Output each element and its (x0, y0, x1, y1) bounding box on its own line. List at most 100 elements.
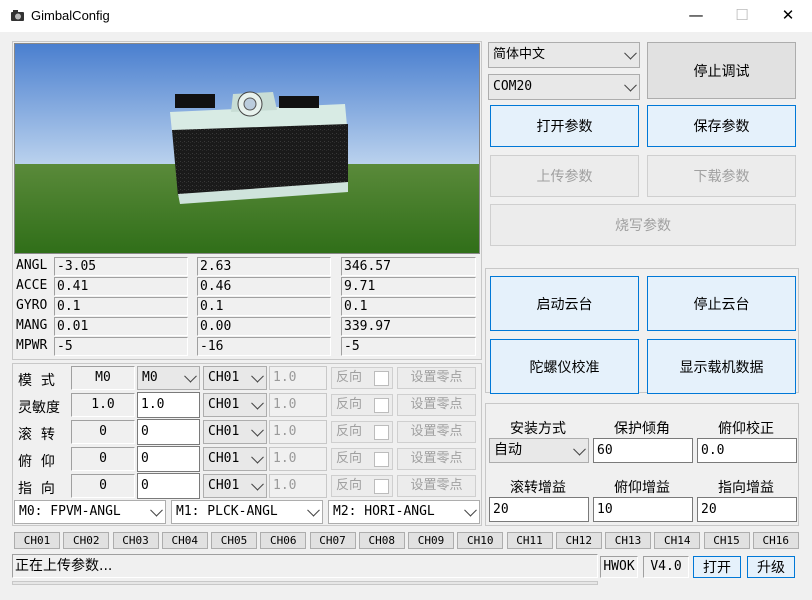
channel-button[interactable]: CH14 (654, 532, 701, 549)
reverse-label: 反向 (336, 478, 363, 493)
channel-select[interactable]: CH01 (203, 474, 267, 498)
reverse-toggle[interactable]: 反向 (331, 421, 393, 443)
sensor-value-cell: 346.57 (341, 257, 476, 276)
burn-params-button[interactable]: 烧写参数 (490, 204, 796, 246)
channel-button[interactable]: CH05 (211, 532, 257, 549)
sensor-value-cell: 0.46 (197, 277, 331, 296)
channel-button[interactable]: CH01 (14, 532, 60, 549)
channel-select[interactable]: CH01 (203, 393, 267, 417)
mount-select[interactable]: 自动 (489, 438, 589, 463)
yaw-gain-input[interactable]: 20 (697, 497, 797, 522)
protect-angle-input[interactable]: 60 (593, 438, 693, 463)
stop-gimbal-button[interactable]: 停止云台 (647, 276, 796, 331)
mode-input-select[interactable]: M0 (137, 366, 200, 390)
channel-select-value: CH01 (208, 370, 240, 385)
port-select[interactable]: COM20 (488, 74, 640, 100)
set-zero-button[interactable]: 设置零点 (397, 448, 476, 470)
set-zero-button[interactable]: 设置零点 (397, 475, 476, 497)
upgrade-button[interactable]: 升级 (747, 556, 795, 578)
close-button[interactable]: ✕ (765, 0, 811, 32)
reverse-toggle[interactable]: 反向 (331, 394, 393, 416)
device-status: HWOK (600, 556, 638, 578)
channel-select[interactable]: CH01 (203, 420, 267, 444)
channel-current-value: M0 (71, 366, 135, 390)
download-params-button[interactable]: 下载参数 (647, 155, 796, 197)
channel-scale-input[interactable]: 1.0 (269, 447, 327, 471)
maximize-button[interactable]: ☐ (719, 0, 765, 32)
channel-button[interactable]: CH09 (408, 532, 454, 549)
channel-button[interactable]: CH12 (555, 532, 602, 549)
camera-3d-view[interactable] (14, 43, 480, 254)
save-params-button[interactable]: 保存参数 (647, 105, 796, 147)
channel-button[interactable]: CH03 (112, 532, 159, 549)
set-zero-button[interactable]: 设置零点 (397, 421, 476, 443)
reverse-label: 反向 (336, 451, 363, 466)
reverse-checkbox[interactable] (374, 398, 389, 413)
channel-button[interactable]: CH11 (506, 532, 553, 549)
chevron-down-icon (150, 503, 163, 517)
language-select[interactable]: 简体中文 (488, 42, 640, 68)
sensor-value-cell: 0.00 (197, 317, 331, 336)
channel-button[interactable]: CH16 (752, 532, 799, 549)
open-button[interactable]: 打开 (693, 556, 741, 578)
app-icon (11, 10, 24, 21)
channel-select[interactable]: CH01 (203, 366, 267, 390)
reverse-toggle[interactable]: 反向 (331, 367, 393, 389)
channel-button[interactable]: CH06 (260, 532, 307, 549)
mode-select-m2[interactable]: M2: HORI-ANGL (328, 500, 480, 524)
channel-value-input[interactable]: 0 (137, 473, 200, 499)
mode-select-value: M0: FPVM-ANGL (19, 504, 121, 519)
sensor-value-cell: 0.41 (54, 277, 188, 296)
sensor-value-cell: -16 (197, 337, 331, 356)
chevron-down-icon (251, 396, 264, 410)
upload-params-button[interactable]: 上传参数 (490, 155, 639, 197)
channel-button[interactable]: CH04 (161, 532, 208, 549)
pitch-correction-input[interactable]: 0.0 (697, 438, 797, 463)
progress-bar (12, 581, 598, 585)
gyro-calibrate-button[interactable]: 陀螺仪校准 (490, 339, 639, 394)
chevron-down-icon (251, 369, 264, 383)
sensor-row-label: MPWR (16, 338, 48, 353)
status-message: 正在上传参数... (12, 554, 598, 578)
minimize-button[interactable]: — (673, 0, 719, 32)
set-zero-button[interactable]: 设置零点 (397, 394, 476, 416)
channel-button[interactable]: CH10 (457, 532, 504, 549)
window-title: GimbalConfig (31, 8, 110, 23)
set-zero-button[interactable]: 设置零点 (397, 367, 476, 389)
channel-button[interactable]: CH07 (309, 532, 356, 549)
pitch-gain-input[interactable]: 10 (593, 497, 693, 522)
show-carrier-data-button[interactable]: 显示载机数据 (647, 339, 796, 394)
mode-select-value: M2: HORI-ANGL (333, 504, 435, 519)
sensor-value-cell: 9.71 (341, 277, 476, 296)
channel-value-input[interactable]: 0 (137, 446, 200, 472)
mode-select-m0[interactable]: M0: FPVM-ANGL (14, 500, 166, 524)
reverse-checkbox[interactable] (374, 479, 389, 494)
channel-current-value: 0 (71, 420, 135, 444)
mode-select-m1[interactable]: M1: PLCK-ANGL (171, 500, 323, 524)
reverse-checkbox[interactable] (374, 452, 389, 467)
reverse-toggle[interactable]: 反向 (331, 475, 393, 497)
reverse-toggle[interactable]: 反向 (331, 448, 393, 470)
sensor-value-cell: 339.97 (341, 317, 476, 336)
chevron-down-icon (573, 442, 586, 456)
stop-debug-button[interactable]: 停止调试 (647, 42, 796, 99)
open-params-button[interactable]: 打开参数 (490, 105, 639, 147)
channel-scale-input[interactable]: 1.0 (269, 366, 327, 390)
channel-scale-input[interactable]: 1.0 (269, 393, 327, 417)
channel-button[interactable]: CH13 (605, 532, 651, 549)
sensor-value-cell: 0.01 (54, 317, 188, 336)
pitch-correction-label: 俯仰校正 (718, 421, 774, 437)
start-gimbal-button[interactable]: 启动云台 (490, 276, 639, 331)
channel-select[interactable]: CH01 (203, 447, 267, 471)
reverse-checkbox[interactable] (374, 425, 389, 440)
channel-scale-input[interactable]: 1.0 (269, 474, 327, 498)
channel-scale-input[interactable]: 1.0 (269, 420, 327, 444)
roll-gain-input[interactable]: 20 (489, 497, 589, 522)
chevron-down-icon (184, 369, 197, 383)
channel-button[interactable]: CH15 (703, 532, 750, 549)
channel-value-input[interactable]: 1.0 (137, 392, 200, 418)
channel-value-input[interactable]: 0 (137, 419, 200, 445)
channel-button[interactable]: CH08 (358, 532, 405, 549)
reverse-checkbox[interactable] (374, 371, 389, 386)
channel-button[interactable]: CH02 (63, 532, 110, 549)
